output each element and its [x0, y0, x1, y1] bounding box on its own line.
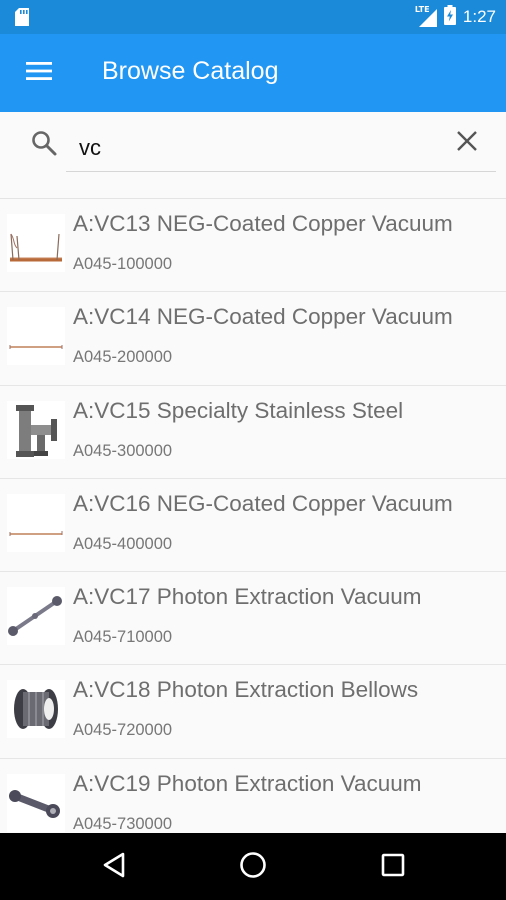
menu-button[interactable] [14, 52, 64, 94]
list-item[interactable]: A:VC18 Photon Extraction Bellows A045-72… [0, 665, 506, 759]
item-part-number: A045-710000 [73, 628, 173, 647]
battery-charging-icon [443, 5, 456, 29]
home-button[interactable] [235, 849, 271, 885]
list-item[interactable]: A:VC17 Photon Extraction Vacuum A045-710… [0, 572, 506, 666]
vacuum-chamber-thumbnail [7, 307, 65, 366]
menu-icon [26, 61, 52, 85]
item-title: A:VC18 Photon Extraction Bellows [73, 677, 419, 703]
list-item[interactable]: A:VC13 NEG-Coated Copper Vacuum A045-100… [0, 199, 506, 293]
list-item[interactable]: A:VC15 Specialty Stainless Steel A045-30… [0, 385, 506, 479]
vacuum-chamber-thumbnail [7, 493, 65, 552]
search-icon [30, 129, 58, 157]
item-part-number: A045-300000 [73, 441, 173, 460]
item-part-number: A045-720000 [73, 721, 173, 740]
clear-search-button[interactable] [452, 128, 482, 158]
navigation-bar [0, 833, 506, 900]
item-title: A:VC14 NEG-Coated Copper Vacuum [73, 304, 453, 330]
vacuum-chamber-thumbnail [7, 214, 65, 272]
status-bar: LTE 1:27 [0, 0, 506, 34]
close-icon [456, 130, 478, 156]
home-icon [239, 851, 267, 883]
status-time: 1:27 [462, 7, 496, 26]
item-title: A:VC15 Specialty Stainless Steel [73, 397, 404, 423]
search-input[interactable] [66, 124, 496, 172]
item-title: A:VC13 NEG-Coated Copper Vacuum [73, 211, 453, 236]
extraction-vacuum-thumbnail [7, 587, 65, 646]
item-title: A:VC17 Photon Extraction Vacuum [73, 584, 422, 610]
list-item[interactable]: A:VC14 NEG-Coated Copper Vacuum A045-200… [0, 292, 506, 386]
back-button[interactable] [96, 849, 132, 885]
search-bar [0, 112, 506, 198]
list-item[interactable]: A:VC19 Photon Extraction Vacuum A045-730… [0, 758, 506, 833]
recents-button[interactable] [375, 849, 411, 885]
catalog-list: A:VC13 NEG-Coated Copper Vacuum A045-100… [0, 198, 506, 833]
stainless-chamber-thumbnail [7, 400, 65, 459]
lte-signal-icon: LTE [415, 5, 437, 27]
back-icon [101, 851, 127, 883]
item-title: A:VC19 Photon Extraction Vacuum [73, 770, 422, 796]
app-bar: Browse Catalog [0, 34, 506, 112]
item-part-number: A045-400000 [73, 534, 173, 553]
list-item[interactable]: A:VC16 NEG-Coated Copper Vacuum A045-400… [0, 478, 506, 573]
item-title: A:VC16 NEG-Coated Copper Vacuum [73, 490, 453, 516]
item-part-number: A045-730000 [73, 814, 173, 833]
recents-icon [381, 853, 405, 881]
bellows-thumbnail [7, 680, 65, 739]
sd-card-icon [15, 8, 29, 30]
extraction-vacuum-thumbnail [7, 773, 65, 832]
item-part-number: A045-100000 [73, 255, 173, 273]
item-part-number: A045-200000 [73, 348, 173, 367]
page-title: Browse Catalog [102, 57, 279, 85]
